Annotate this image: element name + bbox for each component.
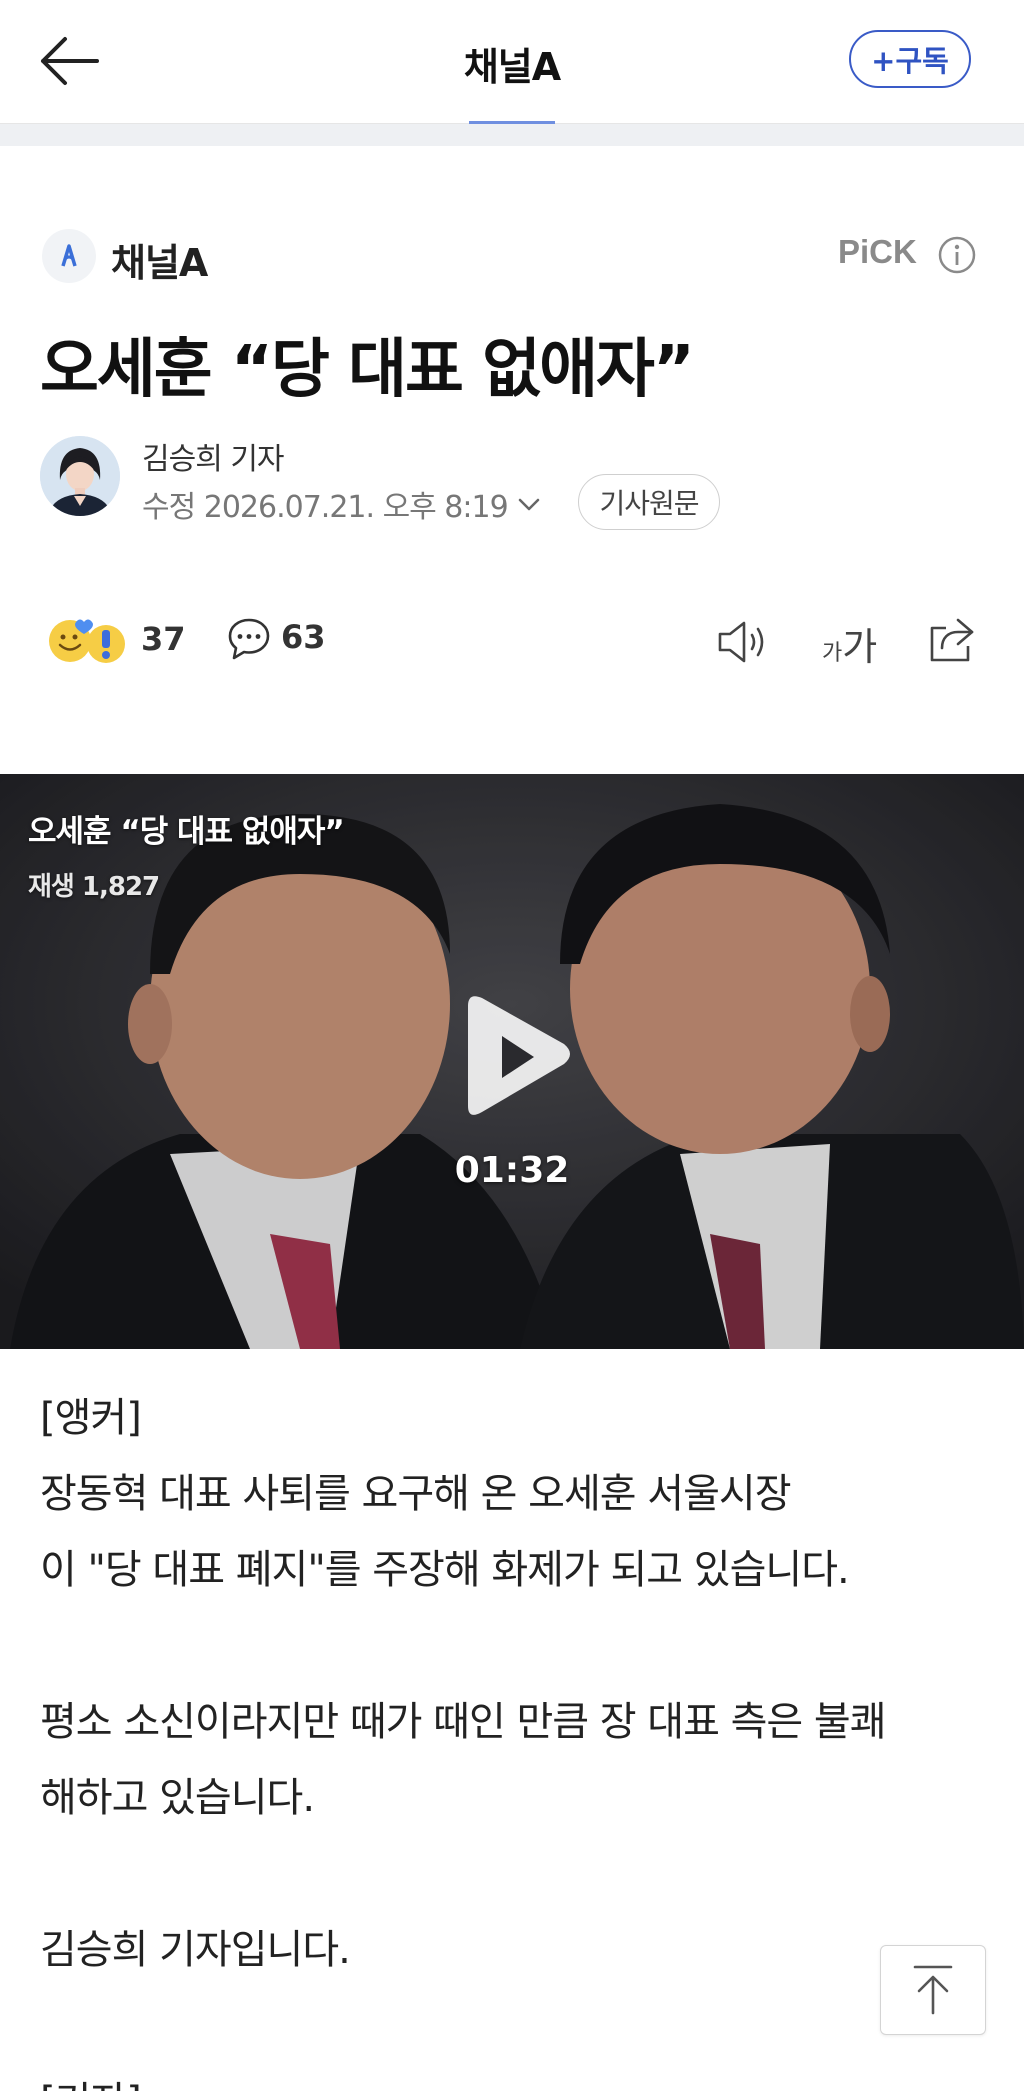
reporter-name[interactable]: 김승희 기자 bbox=[142, 434, 285, 478]
reporter-photo bbox=[40, 436, 120, 516]
press-name[interactable]: 채널A bbox=[111, 232, 208, 287]
scroll-to-top-button[interactable] bbox=[880, 1945, 986, 2035]
body-paragraph: 장동혁 대표 사퇴를 요구해 온 오세훈 서울시장 bbox=[40, 1471, 792, 1517]
arrow-up-icon bbox=[913, 1965, 953, 2015]
subscribe-button[interactable]: +구독 bbox=[849, 30, 971, 88]
play-icon[interactable] bbox=[452, 992, 576, 1122]
comment-count[interactable]: 63 bbox=[281, 618, 326, 656]
date-text: 수정 2026.07.21. 오후 8:19 bbox=[142, 490, 509, 525]
reaction-emoji-icon[interactable] bbox=[44, 614, 130, 668]
body-paragraph: 이 "당 대표 폐지"를 주장해 화제가 되고 있습니다. bbox=[40, 1547, 850, 1593]
article-body: [앵커] 장동혁 대표 사퇴를 요구해 온 오세훈 서울시장 이 "당 대표 폐… bbox=[40, 1380, 990, 2091]
article-headline: 오세훈 “당 대표 없애자” bbox=[40, 333, 695, 407]
body-paragraph: [기자] bbox=[40, 2064, 990, 2091]
info-icon[interactable] bbox=[937, 235, 977, 275]
original-article-button[interactable]: 기사원문 bbox=[578, 474, 720, 530]
chevron-down-icon bbox=[518, 498, 539, 511]
channel-a-logo-icon bbox=[61, 244, 77, 267]
video-title: 오세훈 “당 대표 없애자” bbox=[28, 814, 345, 850]
body-paragraph: [앵커] bbox=[40, 1395, 142, 1441]
press-logo[interactable] bbox=[42, 229, 96, 283]
video-play-count: 재생 1,827 bbox=[28, 872, 160, 902]
body-paragraph: 해하고 있습니다. bbox=[40, 1775, 315, 1821]
video-duration: 01:32 bbox=[454, 1150, 570, 1191]
font-size-button[interactable]: 가 가 bbox=[822, 616, 886, 669]
speaker-icon[interactable] bbox=[716, 618, 770, 666]
reporter-avatar[interactable] bbox=[40, 436, 120, 516]
font-size-small-label: 가 bbox=[822, 641, 843, 666]
share-icon[interactable] bbox=[926, 614, 978, 666]
body-paragraph: 김승희 기자입니다. bbox=[40, 1927, 351, 1973]
font-size-big-label: 가 bbox=[842, 625, 878, 669]
comment-icon[interactable] bbox=[226, 616, 272, 662]
top-app-bar: 채널A +구독 bbox=[0, 0, 1024, 124]
article-date[interactable]: 수정 2026.07.21. 오후 8:19 bbox=[142, 482, 542, 526]
reaction-count[interactable]: 37 bbox=[141, 620, 186, 658]
section-divider bbox=[0, 124, 1024, 146]
pick-label: PiCK bbox=[838, 233, 917, 270]
body-paragraph: 평소 소신이라지만 때가 때인 만큼 장 대표 측은 불쾌 bbox=[40, 1699, 887, 1745]
